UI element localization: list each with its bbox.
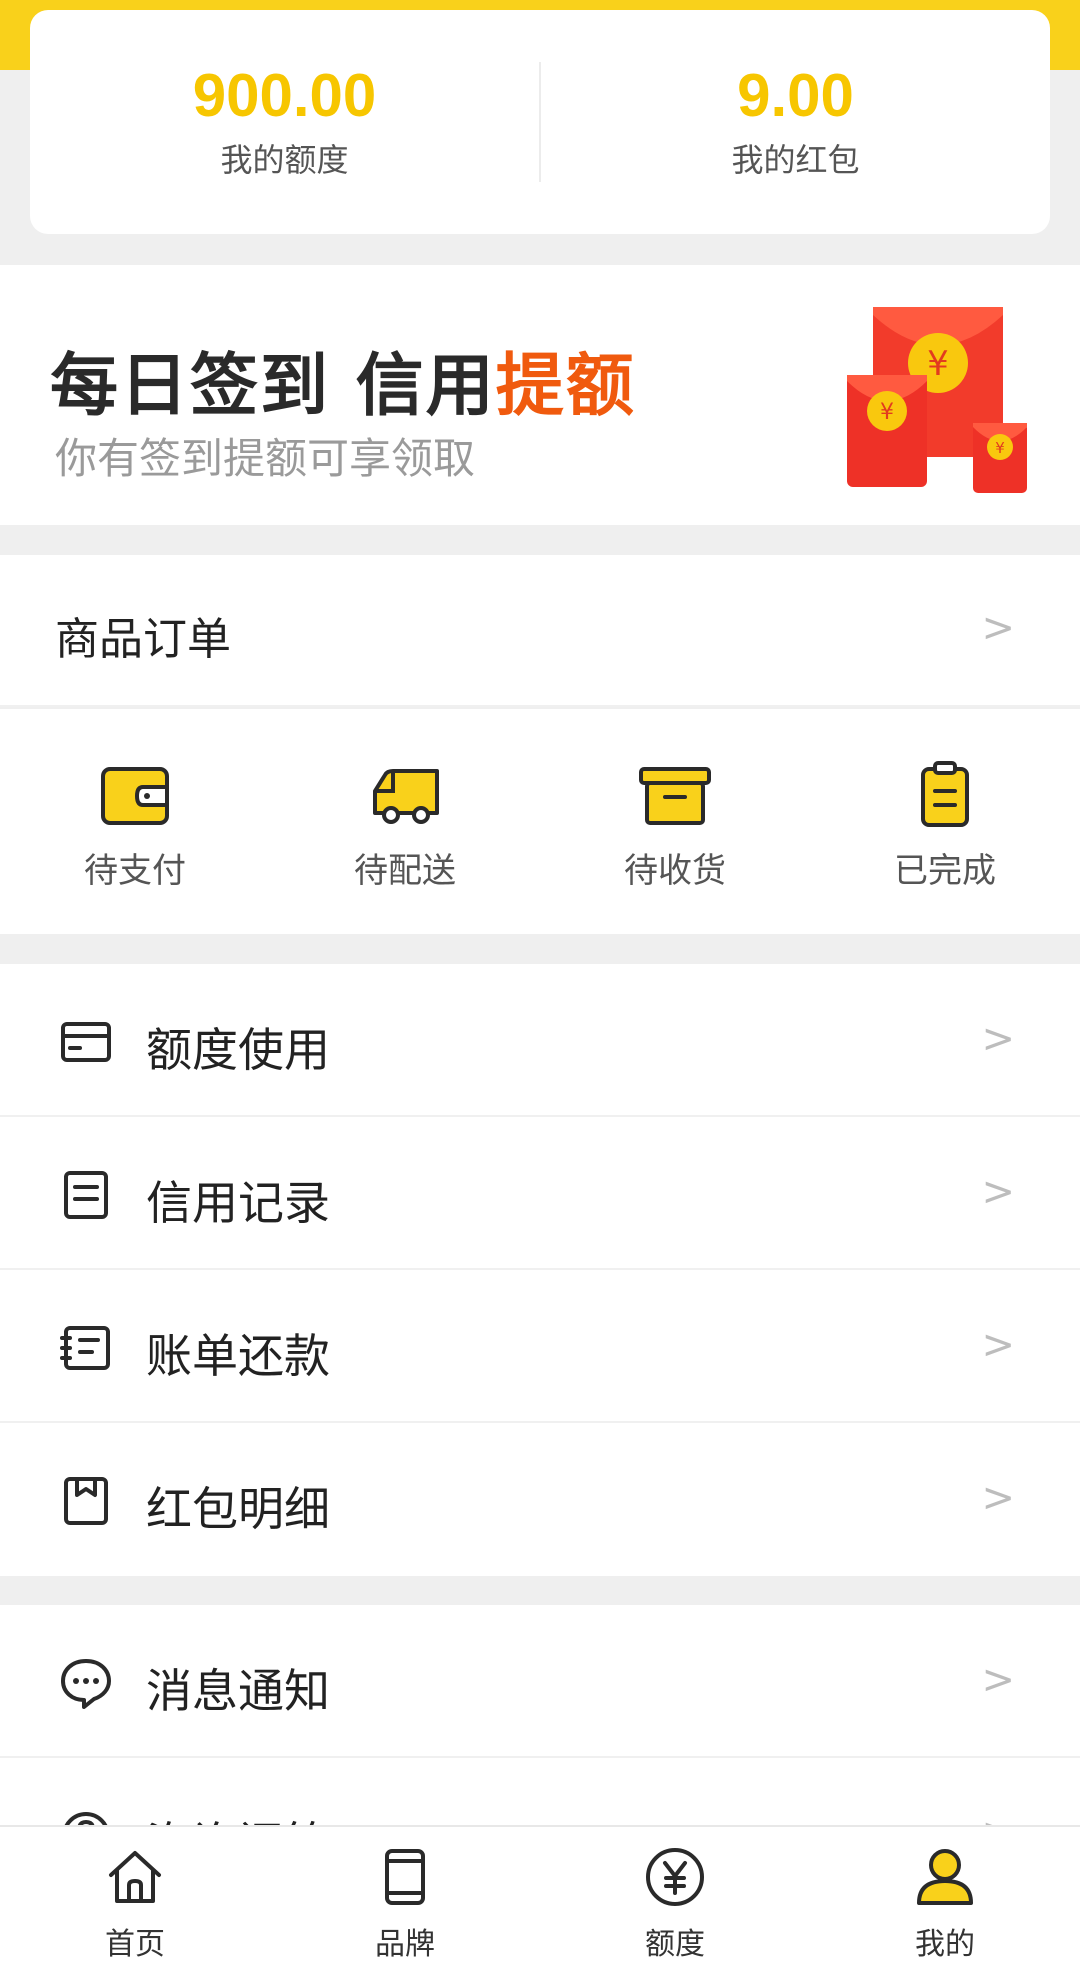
signin-title: 每日签到 信用提额 [50,330,636,429]
bottom-tab-bar: 首页 品牌 额度 我的 [0,1825,1080,1975]
tablet-icon [385,1849,425,1905]
product-orders-row[interactable]: 商品订单 > [0,555,1080,707]
status-pending-receipt[interactable]: 待收货 [540,709,810,934]
chevron-right-icon: > [981,1475,1015,1521]
help-icon [64,1812,108,1825]
status-pending-payment[interactable]: 待支付 [0,709,270,934]
chevron-right-icon: > [981,1169,1015,1215]
tab-label: 品牌 [375,1927,435,1962]
quota-value: 900.00 [192,62,377,129]
chevron-right-icon: > [981,1322,1015,1368]
chevron-right-icon: > [981,605,1015,651]
menu-item-credit-record[interactable]: 信用记录 > [0,1117,1080,1270]
red-envelope-icon: ¥ ¥ ¥ [847,307,1027,493]
status-label: 待配送 [354,851,456,891]
tab-label: 首页 [105,1927,165,1962]
quota-label: 我的额度 [220,141,349,179]
orders-title: 商品订单 [55,614,231,665]
yen-symbol-large: ¥ [927,344,949,384]
chevron-right-icon: > [981,1657,1015,1703]
person-icon [917,1849,973,1905]
signin-title-main: 每日签到 信用 [50,347,496,426]
menu-item-label: 额度使用 [146,1023,330,1077]
menu-item-redpack-detail[interactable]: 红包明细 > [0,1423,1080,1576]
home-icon [109,1851,161,1903]
signin-subtitle: 你有签到提额可享领取 [55,434,476,483]
redpack-value: 9.00 [737,62,854,129]
signin-title-highlight: 提额 [495,347,636,426]
menu-item-bill-repay[interactable]: 账单还款 > [0,1270,1080,1423]
menu-item-label: 账单还款 [146,1329,330,1383]
yen-symbol-medium: ¥ [880,400,894,425]
menu-item-faq[interactable]: 咨询问答 > [0,1758,1080,1825]
bill-icon [60,1326,110,1370]
box-icon [639,767,711,825]
tab-label: 我的 [915,1927,975,1962]
stats-card: 900.00 我的额度 9.00 我的红包 [30,10,1050,234]
redpack-label: 我的红包 [731,141,860,179]
yen-symbol-small: ¥ [995,439,1005,457]
status-completed[interactable]: 已完成 [810,709,1080,934]
truck-icon [373,769,439,824]
menu-item-label: 消息通知 [146,1664,330,1718]
chevron-right-icon: > [981,1016,1015,1062]
order-status-bar: 待支付 待配送 待收货 已完成 [0,709,1080,934]
tab-quota[interactable]: 额度 [540,1827,810,1975]
quota-stat[interactable]: 900.00 我的额度 [30,10,539,234]
tab-label: 额度 [645,1927,705,1962]
tab-home[interactable]: 首页 [0,1827,270,1975]
clipboard-icon [921,761,969,827]
menu-group-service: 消息通知 > 咨询问答 > [0,1605,1080,1825]
wallet-icon [101,767,169,825]
menu-item-label: 咨询问答 [146,1808,330,1825]
status-label: 待支付 [84,851,186,891]
yen-circle-icon [646,1848,704,1906]
chevron-right-icon: > [981,1810,1015,1825]
menu-item-label: 红包明细 [146,1482,330,1536]
redpack-icon [64,1477,108,1525]
menu-group-finance: 额度使用 > 信用记录 > 账单还款 > 红包明细 > [0,964,1080,1576]
menu-item-label: 信用记录 [146,1176,330,1230]
status-label: 待收货 [624,851,726,891]
status-label: 已完成 [894,851,996,891]
chat-bubble-icon [61,1659,111,1709]
menu-item-quota-usage[interactable]: 额度使用 > [0,964,1080,1117]
daily-signin-banner[interactable]: 每日签到 信用提额 你有签到提额可享领取 ¥ ¥ ¥ [0,265,1080,525]
tab-mine[interactable]: 我的 [810,1827,1080,1975]
document-icon [64,1171,108,1219]
redpack-stat[interactable]: 9.00 我的红包 [541,10,1050,234]
tab-brand[interactable]: 品牌 [270,1827,540,1975]
card-icon [61,1022,111,1062]
status-pending-delivery[interactable]: 待配送 [270,709,540,934]
menu-item-notifications[interactable]: 消息通知 > [0,1605,1080,1758]
